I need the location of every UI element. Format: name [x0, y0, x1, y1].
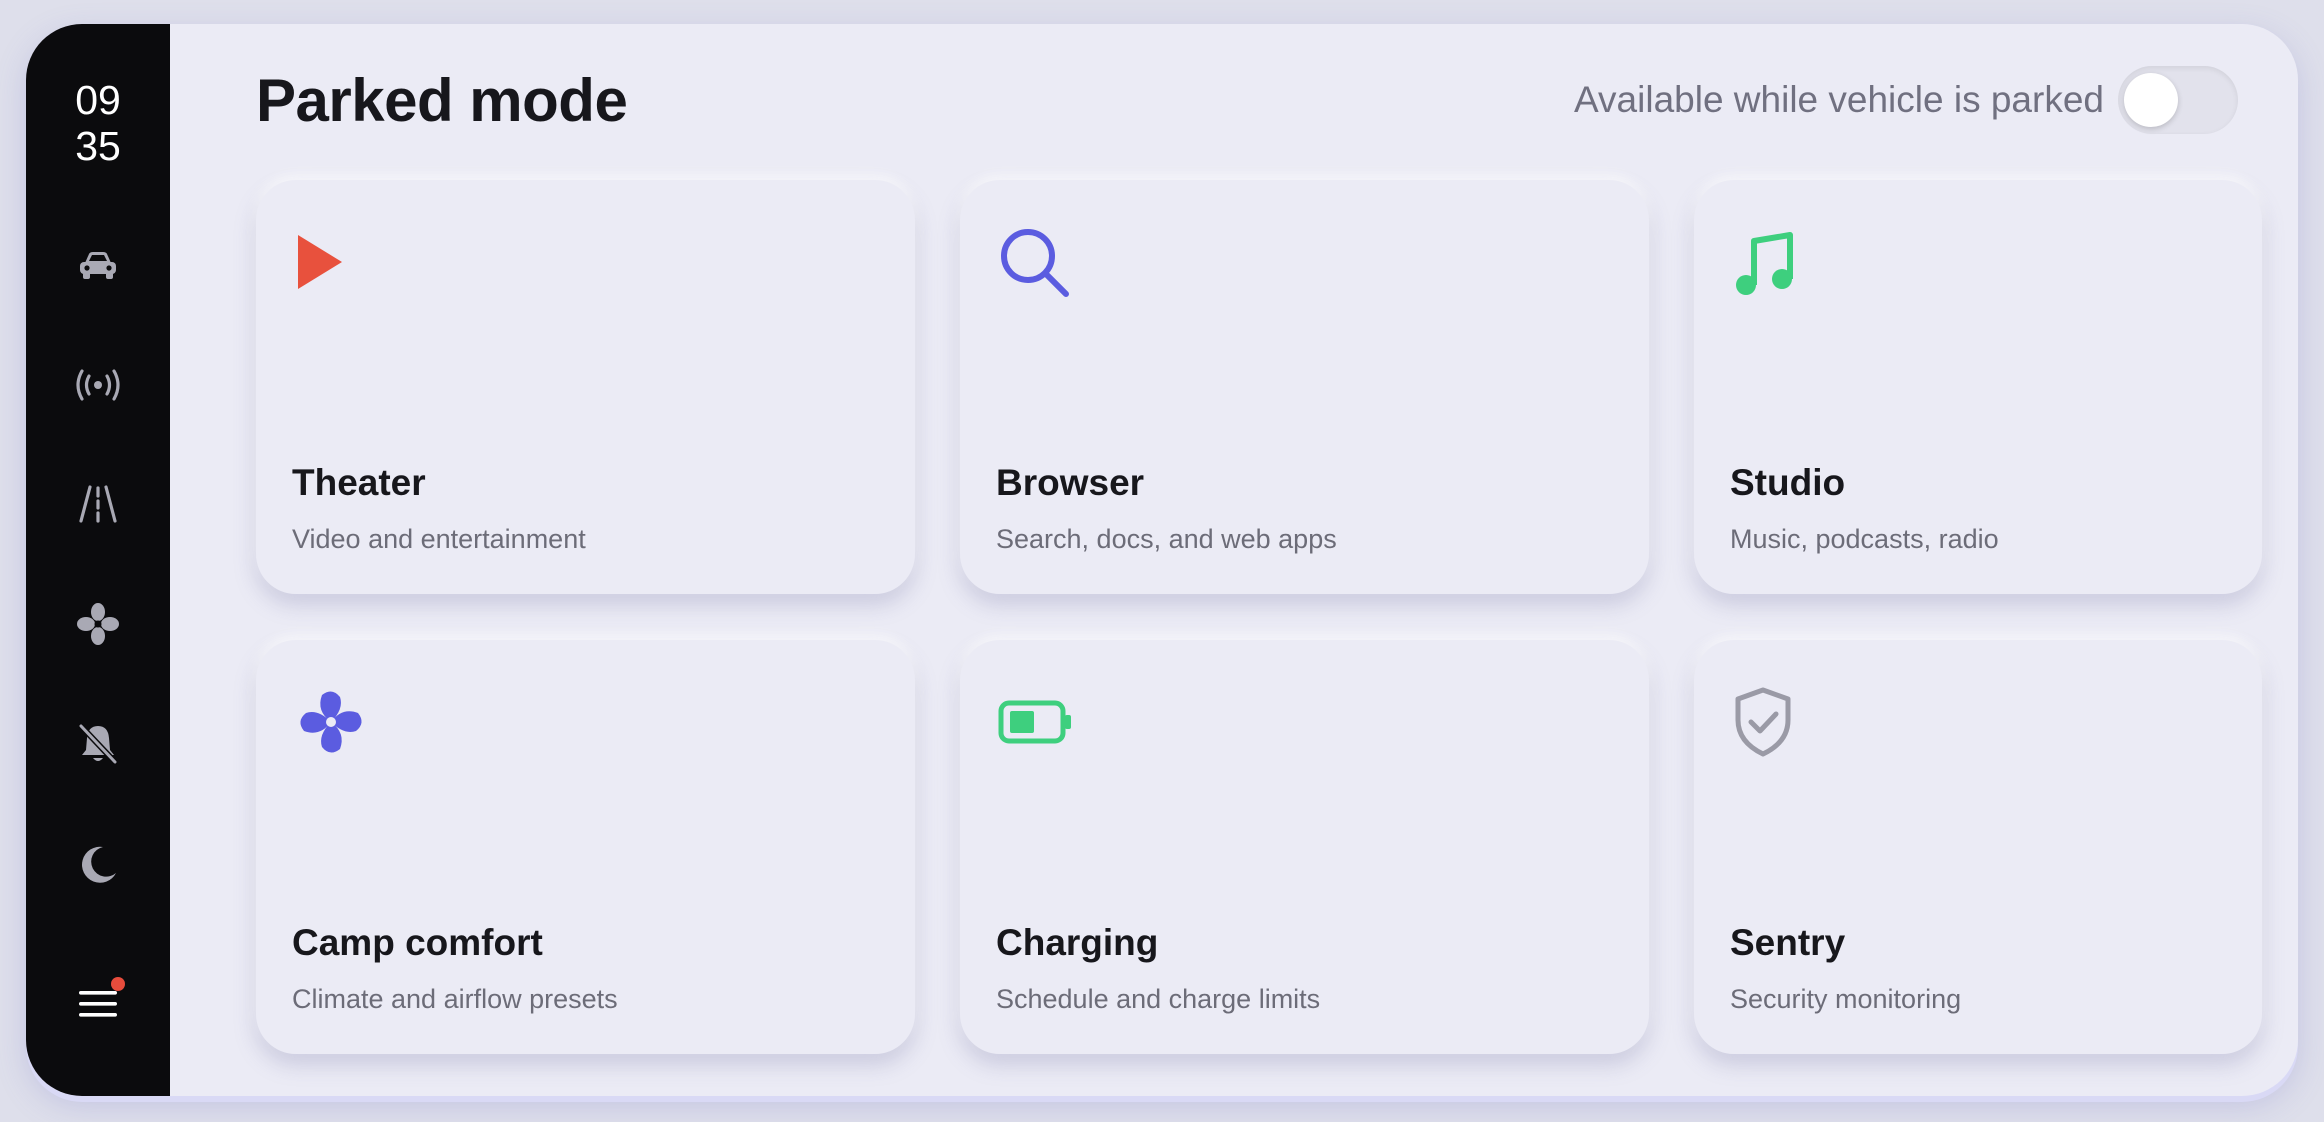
card-subtitle: Climate and airflow presets [292, 984, 618, 1014]
bell-off-icon [78, 723, 118, 765]
card-sentry[interactable]: Sentry Security monitoring [1694, 640, 2262, 1054]
sidebar-item-night-mode[interactable] [68, 834, 128, 894]
card-charging[interactable]: Charging Schedule and charge limits [960, 640, 1649, 1054]
main-content: Parked mode Available while vehicle is p… [170, 24, 2298, 1096]
card-icon-wrapper [294, 224, 370, 300]
toggle-knob [2124, 73, 2178, 127]
sidebar-item-notifications-muted[interactable] [68, 714, 128, 774]
sidebar-item-vehicle[interactable] [68, 236, 128, 296]
page-title: Parked mode [256, 67, 628, 134]
card-title: Theater [292, 462, 426, 503]
card-subtitle: Search, docs, and web apps [996, 524, 1337, 554]
broadcast-icon [76, 369, 120, 401]
card-camp-comfort[interactable]: Camp comfort Climate and airflow presets [256, 640, 915, 1054]
fan-icon [300, 691, 362, 753]
sidebar-rail: 09 35 [26, 24, 170, 1096]
sidebar-item-menu[interactable] [68, 974, 128, 1034]
notification-dot [111, 977, 125, 991]
card-theater[interactable]: Theater Video and entertainment [256, 180, 915, 594]
music-note-icon [1736, 232, 1793, 295]
app-frame: 09 35 Parked mode Available while vehicl… [26, 24, 2298, 1096]
card-subtitle: Security monitoring [1730, 984, 1962, 1014]
availability-label: Available while vehicle is parked [1574, 79, 2104, 120]
sidebar-item-climate[interactable] [68, 594, 128, 654]
card-studio[interactable]: Studio Music, podcasts, radio [1694, 180, 2262, 594]
clock-minutes: 35 [75, 123, 121, 169]
card-browser[interactable]: Browser Search, docs, and web apps [960, 180, 1649, 594]
car-icon [80, 252, 116, 279]
card-title: Charging [996, 922, 1159, 963]
card-icon-wrapper [998, 224, 1074, 300]
card-icon-wrapper [998, 684, 1074, 760]
sidebar-item-connectivity[interactable] [68, 355, 128, 415]
fan-icon [77, 603, 119, 645]
road-icon [79, 485, 117, 523]
battery-icon [998, 700, 1071, 744]
clock-hours: 09 [75, 77, 121, 123]
clock: 09 35 [26, 77, 170, 169]
card-icon-wrapper [1732, 224, 1808, 300]
card-subtitle: Music, podcasts, radio [1730, 524, 1999, 554]
feature-grid: Theater Video and entertainment Browser … [256, 180, 2262, 1054]
card-icon-wrapper [294, 684, 370, 760]
moon-icon [82, 846, 116, 883]
card-subtitle: Schedule and charge limits [996, 984, 1321, 1014]
card-title: Studio [1730, 462, 1846, 503]
card-title: Browser [996, 462, 1145, 503]
availability-toggle[interactable] [2118, 66, 2238, 134]
play-icon [298, 235, 342, 289]
shield-check-icon [1735, 687, 1791, 757]
sidebar-item-autopilot[interactable] [68, 474, 128, 534]
card-subtitle: Video and entertainment [292, 524, 586, 554]
search-icon [1001, 229, 1069, 297]
card-icon-wrapper [1732, 684, 1808, 760]
card-title: Camp comfort [292, 922, 543, 963]
menu-icon [79, 991, 117, 1017]
card-title: Sentry [1730, 922, 1846, 963]
availability-control: Available while vehicle is parked [1574, 66, 2238, 134]
